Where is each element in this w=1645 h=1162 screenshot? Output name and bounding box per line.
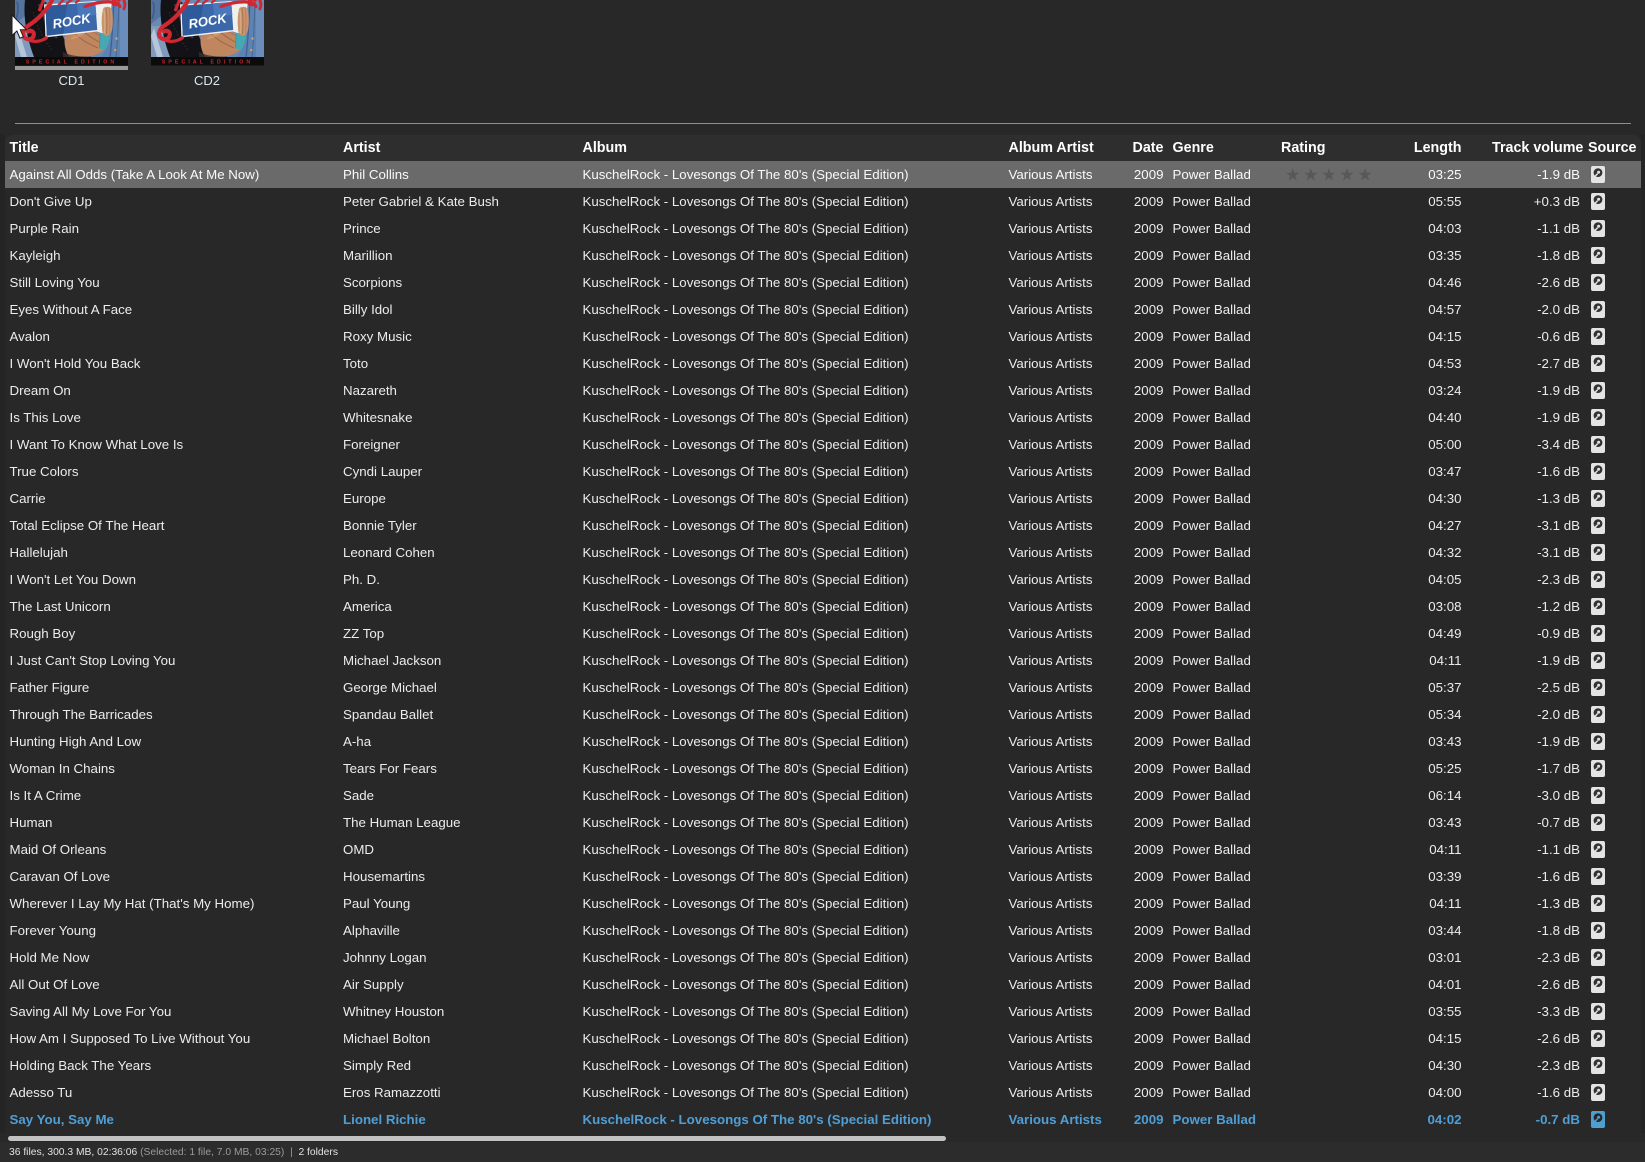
svg-text:SPECIAL EDITION: SPECIAL EDITION	[161, 60, 252, 66]
svg-text:SPECIAL EDITION: SPECIAL EDITION	[26, 60, 117, 66]
